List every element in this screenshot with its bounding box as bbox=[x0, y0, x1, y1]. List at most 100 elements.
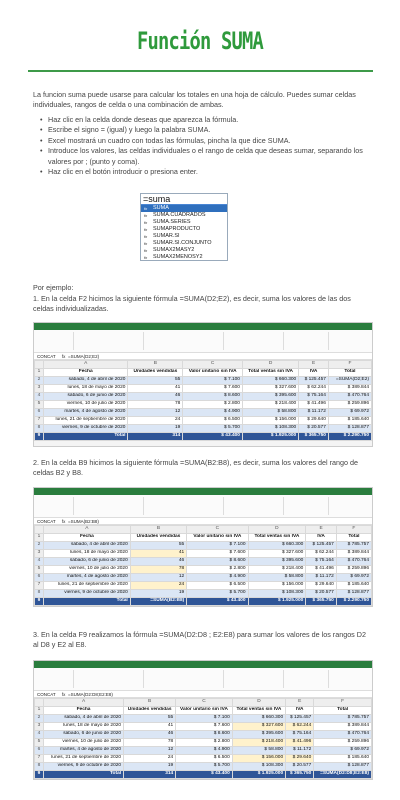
table-cell bbox=[34, 360, 44, 369]
table-cell: C bbox=[175, 698, 233, 707]
total-row: 9 Total 314 $ 43.400 $ 1.925.000 $ 365.750 =SU… bbox=[34, 769, 372, 779]
table-cell: $ 185.640 bbox=[335, 580, 372, 590]
page-title: Función SUMA bbox=[137, 27, 264, 55]
autocomplete-option[interactable]: SUMA bbox=[141, 205, 227, 212]
active-cell-b9[interactable]: =SUMA(B2:B8) bbox=[129, 596, 188, 606]
table-cell: IVA bbox=[298, 367, 329, 377]
table-cell: F bbox=[313, 698, 372, 707]
table-cell: 7 bbox=[34, 415, 44, 425]
table-cell: viernes, 10 de julio de 2020 bbox=[42, 737, 125, 747]
table-cell: $ 7.600 bbox=[182, 383, 243, 393]
table-cell: 78 bbox=[129, 564, 188, 574]
table-cell: 46 bbox=[127, 391, 184, 401]
name-box[interactable]: CONCAT bbox=[37, 519, 56, 524]
table-row: 6 martes, 4 de agosto de 2020 12 $ 4.900 $ 5… bbox=[34, 745, 372, 755]
table-cell: $ 108.300 bbox=[247, 588, 307, 598]
data-table: ABCDEF 1 Fecha Unidades vendidas Valor unit… bbox=[34, 698, 372, 779]
table-cell: 1 bbox=[34, 705, 44, 715]
table-cell: $ 218.400 bbox=[247, 564, 307, 574]
table-cell: $ 5.700 bbox=[186, 588, 249, 598]
active-cell-f9[interactable]: =SUMA(D2:D8;E2:E8) bbox=[313, 769, 372, 779]
table-cell bbox=[34, 525, 44, 534]
table-row: 7 lunes, 21 de septiembre de 2020 24 $ 6.50… bbox=[34, 580, 372, 590]
table-cell: IVA bbox=[285, 705, 315, 715]
table-cell: $ 395.600 bbox=[241, 391, 300, 401]
table-row: 3 lunes, 18 de mayo de 2020 41 $ 7.600 $ 327… bbox=[34, 721, 372, 731]
table-cell: 24 bbox=[127, 415, 184, 425]
table-cell: $ 185.640 bbox=[327, 415, 372, 425]
table-cell: C bbox=[182, 360, 243, 369]
table-cell: $ 156.000 bbox=[231, 753, 287, 763]
autocomplete-option[interactable]: SUMAR.SI.CONJUNTO bbox=[141, 240, 227, 247]
table-row: 5 viernes, 10 de julio de 2020 78 $ 2.800 $ … bbox=[34, 564, 372, 574]
table-cell: $ 11.172 bbox=[285, 745, 315, 755]
table-cell: 6 bbox=[34, 572, 44, 582]
table-cell: E bbox=[298, 360, 329, 369]
table-cell bbox=[34, 698, 44, 707]
table-cell: 9 bbox=[34, 596, 44, 606]
autocomplete-option[interactable]: SUMA.CUADRADOS bbox=[141, 212, 227, 219]
table-cell: Valor unitario sin IVA bbox=[182, 367, 243, 377]
list-item: Introduce los valores, las celdas indivi… bbox=[40, 146, 370, 167]
formula-bar[interactable]: CONCAT fx =SUMA(D2:D8;E2:E8) bbox=[34, 691, 372, 698]
title-underline bbox=[28, 70, 373, 72]
table-cell: $ 470.764 bbox=[335, 556, 372, 566]
list-item: Haz clic en el botón introducir o presio… bbox=[40, 167, 370, 178]
table-cell: F bbox=[335, 525, 372, 534]
table-cell: $ 1.925.000 bbox=[241, 431, 300, 441]
table-cell: $ 259.896 bbox=[335, 564, 372, 574]
table-cell: viernes, 9 de octubre de 2020 bbox=[42, 423, 129, 433]
table-cell: 8 bbox=[34, 588, 44, 598]
table-cell: $ 365.750 bbox=[285, 769, 315, 779]
table-row: 8 viernes, 9 de octubre de 2020 19 $ 5.700 $… bbox=[34, 423, 372, 433]
name-box[interactable]: CONCAT bbox=[37, 354, 56, 359]
table-cell: $ 5.700 bbox=[182, 423, 243, 433]
table-cell: 7 bbox=[34, 580, 44, 590]
table-cell: $ 660.300 bbox=[247, 540, 307, 550]
table-cell: 4 bbox=[34, 556, 44, 566]
formula-bar[interactable]: CONCAT fx =SUMA(B2:B8) bbox=[34, 518, 372, 525]
table-cell: $ 156.000 bbox=[241, 415, 300, 425]
formula-input[interactable]: =suma bbox=[141, 194, 227, 205]
table-cell: $ 2.290.750 bbox=[335, 596, 372, 606]
table-cell: $ 62.244 bbox=[298, 383, 329, 393]
table-row: 7 lunes, 21 de septiembre de 2020 24 $ 6.50… bbox=[34, 753, 372, 763]
table-row: 5 viernes, 10 de julio de 2020 78 $ 2.800 $ … bbox=[34, 399, 372, 409]
table-cell: E bbox=[305, 525, 337, 534]
list-item: Haz clic en la celda donde deseas que ap… bbox=[40, 115, 370, 126]
autocomplete-option[interactable]: SUMA.SERIES bbox=[141, 219, 227, 226]
name-box[interactable]: CONCAT bbox=[37, 692, 56, 697]
table-cell: $ 128.877 bbox=[335, 588, 372, 598]
table-cell: 19 bbox=[123, 761, 177, 771]
autocomplete-option[interactable]: SUMAX2MENOSY2 bbox=[141, 254, 227, 261]
table-cell: Unidades vendidas bbox=[127, 367, 184, 377]
table-cell: $ 29.640 bbox=[305, 580, 337, 590]
table-cell: $ 11.172 bbox=[305, 572, 337, 582]
table-cell: $ 365.750 bbox=[305, 596, 337, 606]
example-2-text: 2. En la celda B9 hicimos la siguiente f… bbox=[33, 458, 358, 478]
table-cell: 12 bbox=[123, 745, 177, 755]
ribbon bbox=[34, 323, 372, 353]
table-cell: $ 327.600 bbox=[231, 721, 287, 731]
table-cell: A bbox=[42, 698, 125, 707]
table-cell: $ 259.896 bbox=[327, 399, 372, 409]
table-cell: 41 bbox=[127, 383, 184, 393]
autocomplete-option[interactable]: SUMAR.SI bbox=[141, 233, 227, 240]
table-cell: $ 7.100 bbox=[182, 375, 243, 385]
table-cell: 1 bbox=[34, 532, 44, 542]
autocomplete-option[interactable]: SUMAPRODUCTO bbox=[141, 226, 227, 233]
table-cell: $ 41.496 bbox=[298, 399, 329, 409]
table-row: 2 sábado, 4 de abril de 2020 55 $ 7.100 $ 66… bbox=[34, 713, 372, 723]
formula-bar[interactable]: CONCAT fx =SUMA(D2;E2) bbox=[34, 353, 372, 360]
autocomplete-option[interactable]: SUMAX2MASY2 bbox=[141, 247, 227, 254]
table-row: 3 lunes, 18 de mayo de 2020 41 $ 7.600 $ 327… bbox=[34, 548, 372, 558]
intro-paragraph: La funcion suma puede usarse para calcul… bbox=[33, 90, 356, 110]
table-cell: 314 bbox=[123, 769, 177, 779]
table-cell: $ 8.600 bbox=[186, 556, 249, 566]
table-cell: $ 470.764 bbox=[327, 391, 372, 401]
ribbon-tabs bbox=[34, 661, 372, 668]
table-cell: 1 bbox=[34, 367, 44, 377]
table-cell: $ 7.600 bbox=[186, 548, 249, 558]
table-cell: $ 69.972 bbox=[313, 745, 372, 755]
active-cell-f2[interactable]: =SUMA(D2;E2) bbox=[327, 375, 372, 385]
